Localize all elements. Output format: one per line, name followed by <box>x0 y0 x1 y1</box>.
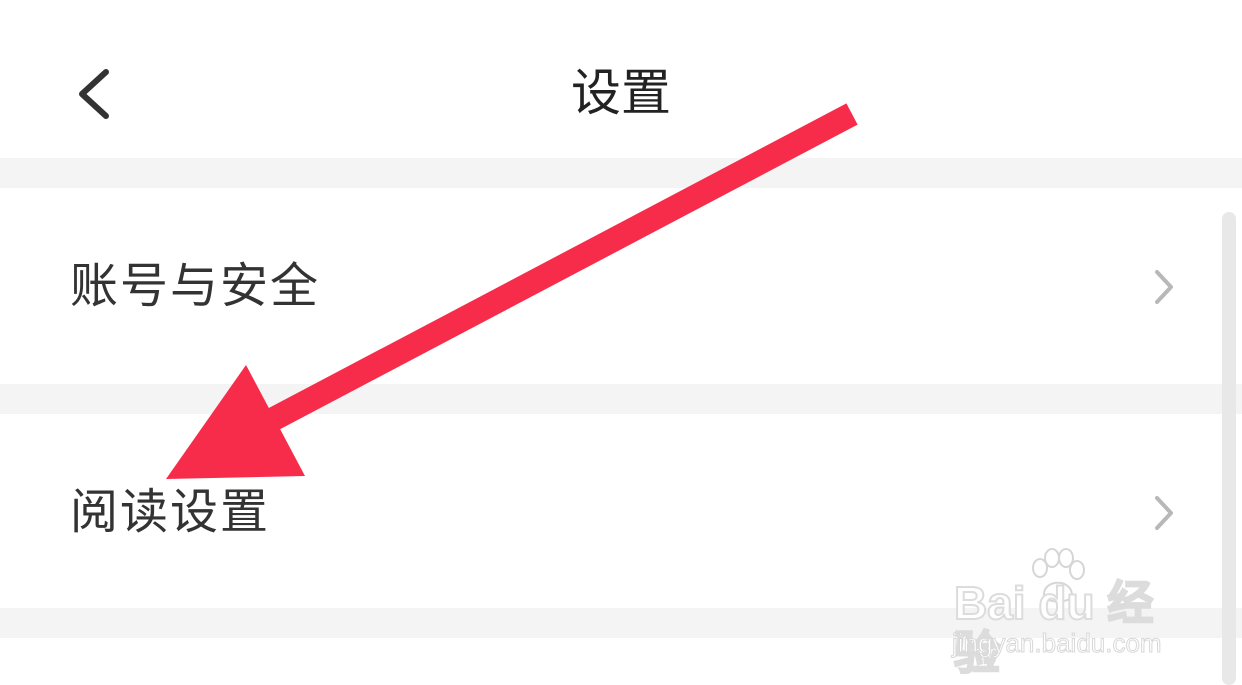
settings-item-label: 账号与安全 <box>70 258 321 314</box>
page-title: 设置 <box>571 64 671 122</box>
settings-item-next[interactable] <box>0 638 1242 685</box>
settings-item-label: 阅读设置 <box>70 484 271 540</box>
section-divider <box>0 158 1242 188</box>
settings-item-reading-settings[interactable]: 阅读设置 <box>0 414 1242 608</box>
settings-item-account-security[interactable]: 账号与安全 <box>0 188 1242 384</box>
chevron-right-icon <box>1155 496 1173 530</box>
header-bar: 设置 <box>0 0 1242 158</box>
section-divider <box>0 608 1242 638</box>
section-divider <box>0 384 1242 414</box>
scrollbar[interactable] <box>1222 212 1236 685</box>
chevron-right-icon <box>1155 270 1173 304</box>
